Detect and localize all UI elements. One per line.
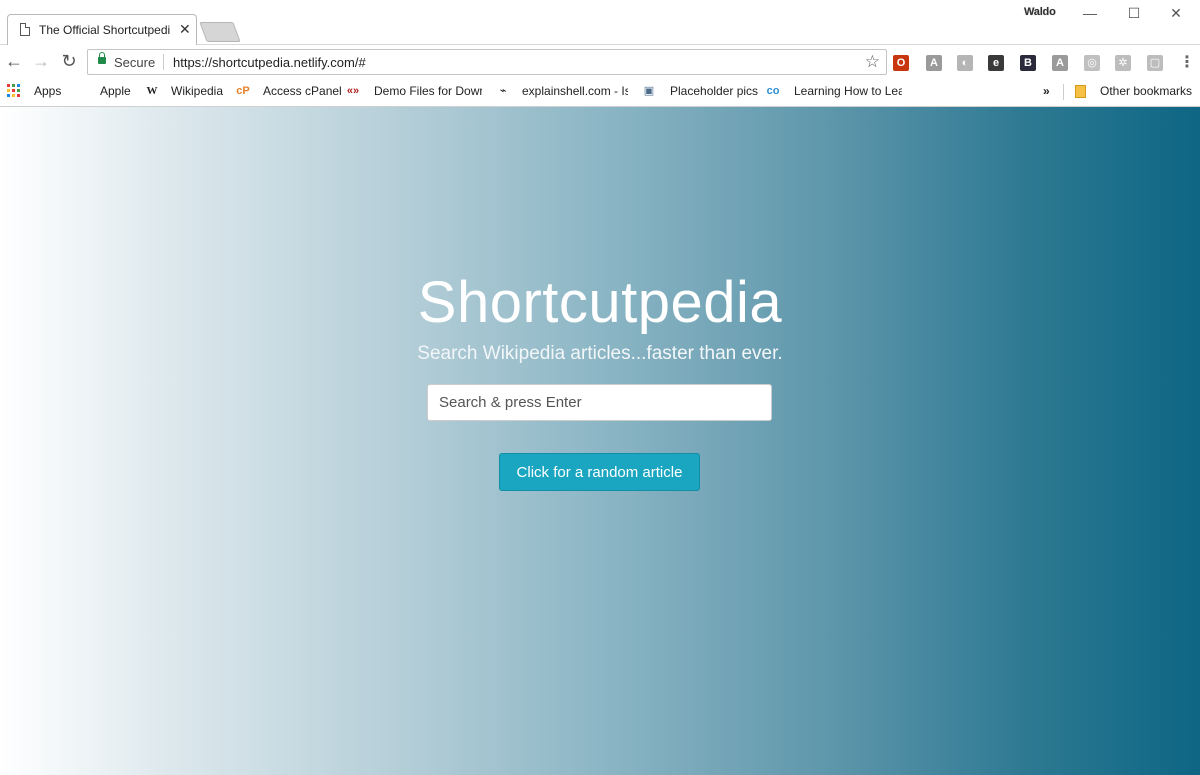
bookmark-demo-files[interactable]: Demo Files for Dowr	[374, 84, 482, 98]
apple-icon	[75, 84, 89, 98]
search-input[interactable]	[427, 384, 772, 421]
omnibox-divider	[163, 54, 164, 70]
bookmark-apple[interactable]: Apple	[100, 84, 131, 98]
bookmark-wikipedia[interactable]: Wikipedia	[171, 84, 223, 98]
bookmark-star-icon[interactable]: ☆	[865, 52, 880, 72]
back-arrow-icon[interactable]: ←	[5, 51, 23, 71]
minimize-icon[interactable]: —	[1080, 5, 1100, 21]
bookmark-learning[interactable]: Learning How to Lea	[794, 84, 902, 98]
cpanel-icon: cP	[236, 85, 250, 97]
page-content: Shortcutpedia Search Wikipedia articles.…	[0, 107, 1200, 775]
placeholder-icon: ▣	[643, 85, 655, 97]
lock-icon	[98, 52, 106, 64]
tab-title: The Official Shortcutpedi	[39, 23, 171, 37]
close-window-icon[interactable]: ✕	[1166, 5, 1186, 22]
coursera-icon: co	[766, 85, 780, 97]
page-title: Shortcutpedia	[417, 270, 783, 335]
folder-icon	[1075, 85, 1086, 98]
bookmark-explainshell[interactable]: explainshell.com - Is	[522, 84, 628, 98]
random-article-button[interactable]: Click for a random article	[499, 453, 700, 491]
opera-icon[interactable]: O	[893, 55, 909, 71]
translate-icon[interactable]: A	[926, 55, 942, 71]
bold-b-icon[interactable]: B	[1020, 55, 1036, 71]
bookmarks-overflow-icon[interactable]: »	[1043, 84, 1050, 98]
gear-icon[interactable]: ✲	[1115, 55, 1131, 71]
browser-tab[interactable]: The Official Shortcutpedi ✕	[7, 14, 197, 45]
bookmark-placeholder-pics[interactable]: Placeholder pics	[670, 84, 758, 98]
menu-icon[interactable]: ⋮	[1179, 55, 1195, 71]
page-icon	[20, 23, 30, 36]
sync-icon[interactable]: ◐	[957, 55, 973, 71]
other-bookmarks[interactable]: Other bookmarks	[1100, 84, 1192, 98]
explainshell-icon: ⌁	[499, 85, 507, 97]
reload-icon[interactable]: ↻	[60, 51, 78, 71]
title-bar: The Official Shortcutpedi ✕ Waldo — ☐ ✕	[0, 0, 1200, 45]
bookmark-apps[interactable]: Apps	[34, 84, 61, 98]
bookmarks-divider	[1063, 84, 1064, 100]
forward-arrow-icon[interactable]: →	[32, 51, 50, 71]
wikipedia-icon: W	[146, 85, 158, 97]
maximize-icon[interactable]: ☐	[1124, 5, 1144, 22]
close-tab-icon[interactable]: ✕	[179, 21, 191, 38]
apps-grid-icon[interactable]	[7, 84, 21, 98]
bookmark-cpanel[interactable]: Access cPanel	[263, 84, 342, 98]
new-tab-button[interactable]	[199, 22, 241, 42]
secure-label[interactable]: Secure	[114, 55, 155, 70]
address-bar[interactable]: Secure https://shortcutpedia.netlify.com…	[87, 49, 887, 75]
demo-files-icon: «»	[346, 85, 360, 97]
window-icon[interactable]: ▢	[1147, 55, 1163, 71]
circle-icon[interactable]: ◎	[1084, 55, 1100, 71]
page-subtitle: Search Wikipedia articles...faster than …	[417, 343, 783, 364]
browser-toolbar: ← → ↻ Secure https://shortcutpedia.netli…	[0, 45, 1200, 78]
bookmarks-bar: Apps Apple W Wikipedia cP Access cPanel …	[0, 78, 1200, 107]
url-text[interactable]: https://shortcutpedia.netlify.com/#	[173, 55, 366, 70]
profile-name[interactable]: Waldo	[1024, 6, 1056, 18]
evernote-icon[interactable]: e	[988, 55, 1004, 71]
pdf-icon[interactable]: A	[1052, 55, 1068, 71]
